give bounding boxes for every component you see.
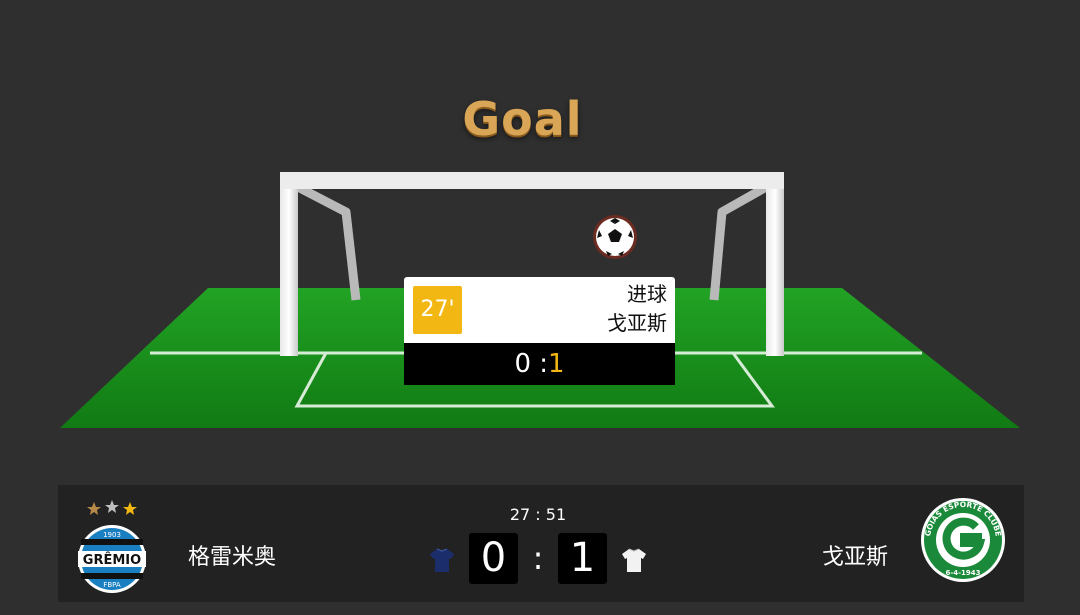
event-type-label: 进球 bbox=[627, 282, 667, 306]
event-details: 27' 进球 戈亚斯 bbox=[404, 277, 675, 343]
home-logo-text: GRÊMIO bbox=[83, 552, 141, 568]
away-score: 1 bbox=[558, 533, 607, 584]
star-icon bbox=[123, 502, 137, 515]
match-clock: 27 : 51 bbox=[509, 505, 567, 524]
event-score-home: 0 bbox=[514, 349, 531, 379]
away-jersey-icon bbox=[622, 548, 646, 572]
home-logo-year: 1903 bbox=[103, 531, 121, 539]
away-logo-date: 6-4-1943 bbox=[945, 569, 980, 577]
star-icon bbox=[105, 500, 119, 513]
match-scoreboard: 1903 GRÊMIO FBPA 格雷米奥 27 : 51 0 : 1 戈亚斯 bbox=[58, 485, 1024, 602]
goal-animation-scene: Goal 27' 进球 戈亚斯 0 :1 1903 GRÊMIO FBPA 格雷… bbox=[0, 0, 1080, 615]
home-team-name: 格雷米奥 bbox=[188, 545, 277, 570]
away-team-name: 戈亚斯 bbox=[821, 545, 888, 570]
goal-back-right bbox=[709, 182, 771, 301]
away-team[interactable]: 戈亚斯 GOIÁS ESPORTE CLUBE 6-4-1943 bbox=[746, 495, 1006, 595]
goal-title: Goal bbox=[462, 92, 583, 146]
event-score-away: 1 bbox=[548, 349, 565, 379]
event-score: 0 :1 bbox=[404, 343, 675, 385]
soccer-ball-icon bbox=[593, 215, 637, 259]
goal-post-right bbox=[766, 174, 784, 356]
goal-post-left bbox=[280, 174, 298, 356]
goal-crossbar bbox=[280, 172, 784, 189]
event-score-separator: : bbox=[539, 349, 549, 379]
home-team-logo: 1903 GRÊMIO FBPA bbox=[78, 500, 146, 593]
event-team-label: 戈亚斯 bbox=[607, 311, 667, 335]
home-score: 0 bbox=[469, 533, 518, 584]
goal-event-card: 27' 进球 戈亚斯 0 :1 bbox=[404, 277, 675, 385]
home-team[interactable]: 1903 GRÊMIO FBPA 格雷米奥 bbox=[76, 495, 336, 595]
home-jersey-icon bbox=[430, 548, 454, 572]
score-separator: : bbox=[532, 539, 544, 577]
star-icon bbox=[87, 502, 101, 515]
goal-back-left bbox=[293, 182, 361, 301]
away-team-logo: GOIÁS ESPORTE CLUBE 6-4-1943 bbox=[921, 498, 1005, 582]
home-logo-sub: FBPA bbox=[103, 581, 121, 589]
event-minute-badge: 27' bbox=[413, 286, 462, 334]
